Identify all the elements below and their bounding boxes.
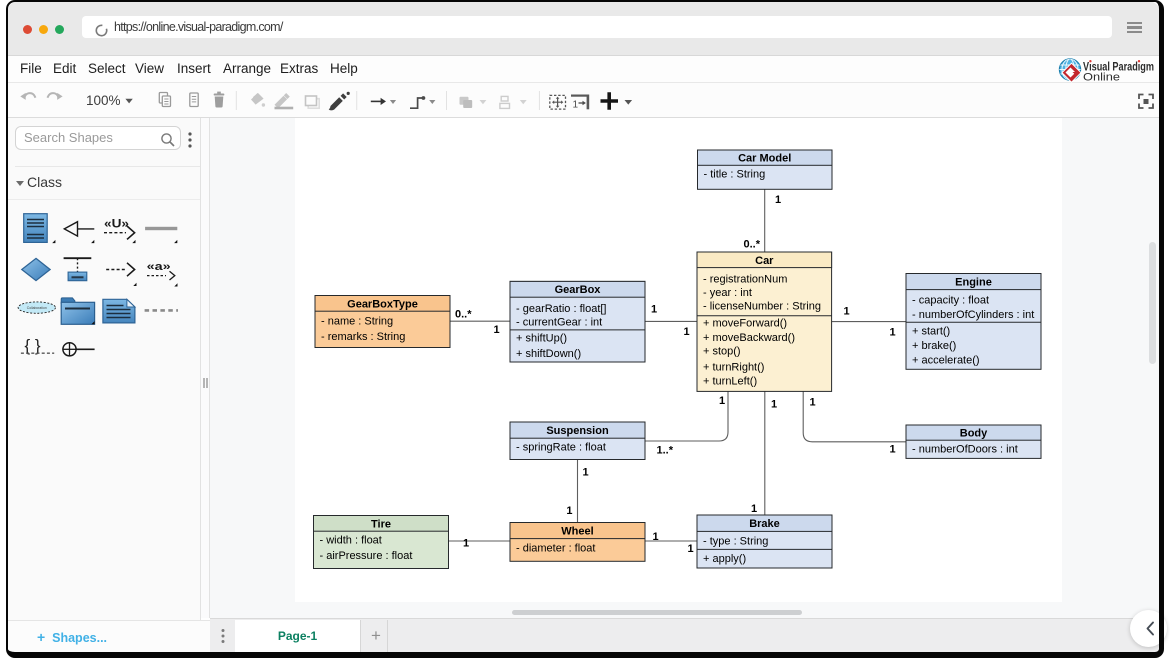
svg-text:«U»: «U» <box>104 217 129 231</box>
svg-text:- airPressure : float: - airPressure : float <box>320 550 413 562</box>
svg-text:1: 1 <box>719 395 725 407</box>
svg-text:GearBoxType: GearBoxType <box>347 298 418 310</box>
svg-text:+ stop(): + stop() <box>703 346 741 358</box>
svg-text:- type : String: - type : String <box>703 535 768 547</box>
svg-text:1: 1 <box>844 306 850 318</box>
svg-text:1: 1 <box>583 467 589 479</box>
svg-text:+ moveBackward(): + moveBackward() <box>703 332 795 344</box>
svg-text:«a»: «a» <box>147 261 171 273</box>
svg-text:+ turnRight(): + turnRight() <box>703 361 764 373</box>
svg-text:1: 1 <box>771 399 777 411</box>
svg-text:- numberOfCylinders : int: - numberOfCylinders : int <box>912 309 1034 321</box>
svg-text:1: 1 <box>684 326 690 338</box>
svg-text:Engine: Engine <box>955 276 992 288</box>
svg-text:1: 1 <box>494 324 500 336</box>
svg-text:Body: Body <box>960 428 988 440</box>
svg-text:+ apply(): + apply() <box>703 553 746 565</box>
svg-text:1: 1 <box>653 531 659 543</box>
svg-text:- width : float: - width : float <box>320 535 382 547</box>
svg-text:{ }: { } <box>25 336 41 355</box>
svg-text:1: 1 <box>688 543 694 555</box>
svg-text:+ shiftDown(): + shiftDown() <box>516 348 581 360</box>
svg-text:1: 1 <box>890 444 896 456</box>
svg-text:+ start(): + start() <box>912 325 950 337</box>
svg-text:100%: 100% <box>86 93 121 108</box>
svg-text:- capacity : float: - capacity : float <box>912 295 989 307</box>
svg-text:1: 1 <box>775 194 781 206</box>
svg-text:- currentGear : int: - currentGear : int <box>516 317 602 329</box>
svg-text:+ shiftUp(): + shiftUp() <box>516 333 567 345</box>
svg-text:Car: Car <box>755 255 774 267</box>
svg-text:0..*: 0..* <box>743 239 760 251</box>
svg-text:- gearRatio : float[]: - gearRatio : float[] <box>516 303 607 315</box>
svg-text:Car Model: Car Model <box>738 153 791 165</box>
svg-text:1: 1 <box>463 538 469 550</box>
svg-text:1: 1 <box>751 503 757 515</box>
svg-text:1: 1 <box>890 327 896 339</box>
svg-text:- year : int: - year : int <box>703 287 752 299</box>
svg-text:Tire: Tire <box>371 518 391 530</box>
svg-text:1..*: 1..* <box>657 445 674 457</box>
svg-text:Suspension: Suspension <box>546 425 609 437</box>
svg-text:- remarks : String: - remarks : String <box>321 331 405 343</box>
svg-text:+ turnLeft(): + turnLeft() <box>703 375 757 387</box>
svg-text:0..*: 0..* <box>455 309 472 321</box>
svg-text:GearBox: GearBox <box>555 284 602 296</box>
svg-text:1: 1 <box>573 100 579 111</box>
svg-text:- name : String: - name : String <box>321 315 393 327</box>
svg-text:Online: Online <box>1083 71 1120 83</box>
svg-text:1: 1 <box>810 397 816 409</box>
svg-text:1: 1 <box>651 304 657 316</box>
svg-text:Wheel: Wheel <box>561 526 593 538</box>
svg-text:+ brake(): + brake() <box>912 340 956 352</box>
svg-text:- numberOfDoors : int: - numberOfDoors : int <box>912 443 1018 455</box>
svg-text:Collaboration: Collaboration <box>27 306 47 310</box>
svg-text:+ accelerate(): + accelerate() <box>912 355 980 367</box>
svg-text:- registrationNum: - registrationNum <box>703 273 787 285</box>
svg-text:- title : String: - title : String <box>704 169 766 181</box>
svg-text:Brake: Brake <box>749 518 780 530</box>
svg-text:1: 1 <box>566 505 572 517</box>
svg-text:- springRate : float: - springRate : float <box>516 441 606 453</box>
svg-text:- licenseNumber : String: - licenseNumber : String <box>703 300 821 312</box>
svg-text:+ moveForward(): + moveForward() <box>703 318 787 330</box>
svg-text:- diameter : float: - diameter : float <box>516 543 595 555</box>
